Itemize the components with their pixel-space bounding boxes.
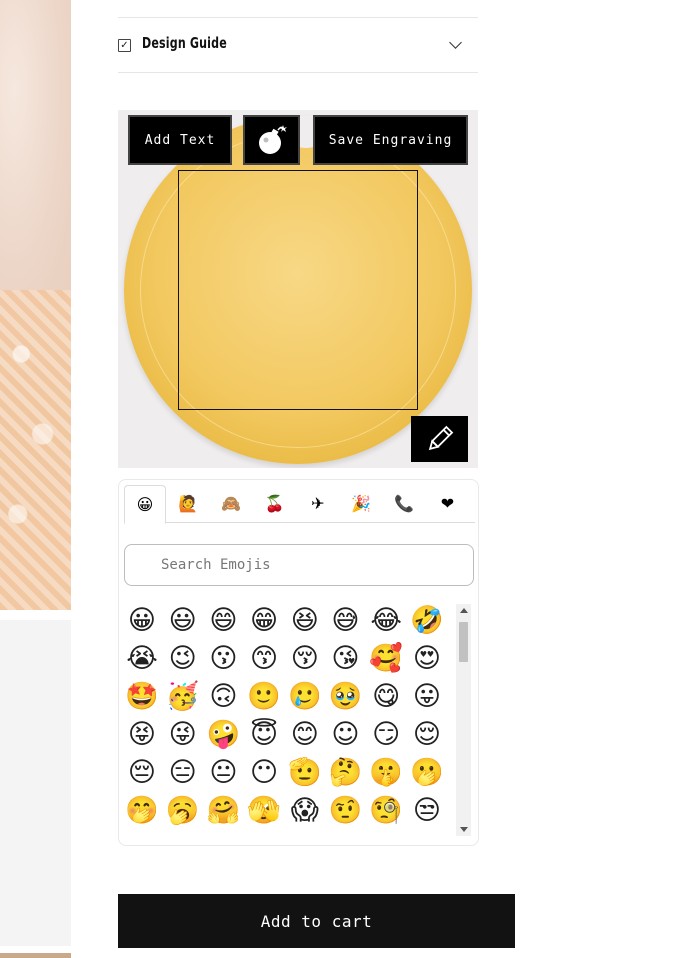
bomb-icon [258, 125, 287, 154]
emoji-category-tabs: 😀 🙋 🙈 🍒 ✈ 🎉 📞 ❤ [124, 485, 475, 524]
emoji-item[interactable]: 😃 [166, 604, 200, 638]
emoji-item[interactable]: 😔 [125, 756, 159, 790]
emoji-grid: 😀 😃 😄 😁 😆 😅 😂 🤣 😭 😉 😗 😙 😚 😘 🥰 😍 🤩 🥳 🙃 🙂 🥲 🥹 😋 😛 😝 😜 🤪 😇 😊 ☺ 😏 😌 😔 😑 😐 😶 🫡 🤔 🤫 🫢… [125, 604, 455, 836]
emoji-item[interactable]: 😆 [288, 604, 322, 638]
product-photo-bottom[interactable] [0, 953, 71, 958]
emoji-item[interactable]: 🫣 [247, 794, 281, 828]
pencil-icon [428, 425, 453, 451]
emoji-item[interactable]: 😗 [206, 642, 240, 676]
emoji-item[interactable]: 😉 [166, 642, 200, 676]
travel-icon[interactable]: ✈ [297, 485, 339, 523]
product-photo-top[interactable] [0, 0, 71, 610]
emoji-item[interactable]: 😌 [410, 718, 444, 752]
emoji-item[interactable]: 😭 [125, 642, 159, 676]
emoji-item[interactable]: 😝 [125, 718, 159, 752]
activities-icon[interactable]: 🎉 [340, 485, 382, 523]
emoji-item[interactable]: 😏 [369, 718, 403, 752]
emoji-item[interactable]: 🥱 [166, 794, 200, 828]
emoji-item[interactable]: 😋 [369, 680, 403, 714]
emoji-item[interactable]: 🙃 [206, 680, 240, 714]
emoji-item[interactable]: 🤨 [329, 794, 363, 828]
emoji-item[interactable]: 😇 [247, 718, 281, 752]
scroll-up-arrow-icon[interactable] [460, 608, 468, 613]
emoji-item[interactable]: 😁 [247, 604, 281, 638]
emoji-item[interactable]: 😱 [288, 794, 322, 828]
emoji-item[interactable]: 🫡 [288, 756, 322, 790]
emoji-item[interactable]: 😐 [206, 756, 240, 790]
emoji-item[interactable]: 🥲 [288, 680, 322, 714]
photo-fabric-area [0, 290, 71, 610]
scrollbar-thumb[interactable] [459, 622, 468, 662]
scroll-down-arrow-icon[interactable] [460, 827, 468, 832]
emoji-item[interactable]: 😙 [247, 642, 281, 676]
engraving-canvas: Add Text Save Engraving [118, 110, 478, 468]
product-page: ✓ Design Guide Add Text Save Engraving 😀… [0, 0, 673, 958]
checkbox-icon: ✓ [118, 39, 131, 52]
bomb-button[interactable] [243, 115, 300, 165]
emoji-item[interactable]: 🤔 [329, 756, 363, 790]
chevron-down-icon [449, 36, 462, 49]
emoji-item[interactable]: 🤪 [206, 718, 241, 752]
emoji-item[interactable]: 🤣 [410, 604, 444, 638]
emoji-item[interactable]: 🤩 [125, 680, 159, 714]
edit-button[interactable] [411, 416, 468, 462]
emoji-item[interactable]: 😘 [329, 642, 363, 676]
emoji-item[interactable]: 🥳 [166, 680, 200, 714]
people-icon[interactable]: 🙋 [167, 485, 209, 523]
animals-icon[interactable]: 🙈 [210, 485, 252, 523]
emoji-item[interactable]: 🥰 [369, 642, 403, 676]
product-photo-middle[interactable] [0, 620, 71, 946]
symbols-icon[interactable]: ❤ [426, 485, 468, 523]
emoji-item[interactable]: 😊 [288, 718, 322, 752]
emoji-picker: 😀🙋🙈🍒✈🎉📞❤ 😀😃😄😁😆😅😂🤣😭😉😗😙😚😘🥰😍🤩🥳🙃🙂🥲🥹😋😛😝😜🤪😇😊☺😏… [118, 479, 479, 846]
emoji-item[interactable]: 🤗 [206, 794, 241, 828]
emoji-search-input[interactable] [124, 544, 474, 586]
engraving-area[interactable] [178, 170, 418, 410]
emoji-item[interactable]: 😒 [410, 794, 444, 828]
emoji-item[interactable]: 😚 [288, 642, 322, 676]
emoji-item[interactable]: 🤫 [369, 756, 403, 790]
add-text-button[interactable]: Add Text [128, 115, 232, 165]
objects-icon[interactable]: 📞 [383, 485, 425, 523]
accordion-title: Design Guide [142, 34, 227, 52]
emoji-item[interactable]: 😶 [247, 756, 281, 790]
emoji-item[interactable]: 🥹 [329, 680, 363, 714]
emoji-item[interactable]: 🧐 [369, 794, 403, 828]
emoji-item[interactable]: 😄 [206, 604, 240, 638]
emoji-item[interactable]: 😍 [410, 642, 444, 676]
emoji-item[interactable]: 😛 [410, 680, 444, 714]
emoji-scrollbar[interactable] [456, 604, 471, 836]
emoji-item[interactable]: 🤭 [125, 794, 159, 828]
save-engraving-button[interactable]: Save Engraving [313, 115, 468, 165]
add-to-cart-button[interactable]: Add to cart [118, 894, 515, 948]
emoji-item[interactable]: 🫢 [410, 756, 444, 790]
emoji-item[interactable]: 😅 [329, 604, 363, 638]
emoji-item[interactable]: 😑 [166, 756, 200, 790]
emoji-item[interactable]: 😀 [125, 604, 159, 638]
emoji-item[interactable]: 😜 [166, 718, 200, 752]
design-guide-accordion[interactable]: ✓ Design Guide [118, 17, 478, 73]
food-icon[interactable]: 🍒 [254, 485, 296, 523]
smileys-icon[interactable]: 😀 [124, 485, 166, 524]
photo-skin-area [0, 0, 71, 300]
emoji-item[interactable]: ☺ [329, 718, 363, 752]
emoji-item[interactable]: 🙂 [247, 680, 281, 714]
emoji-item[interactable]: 😂 [369, 604, 403, 638]
